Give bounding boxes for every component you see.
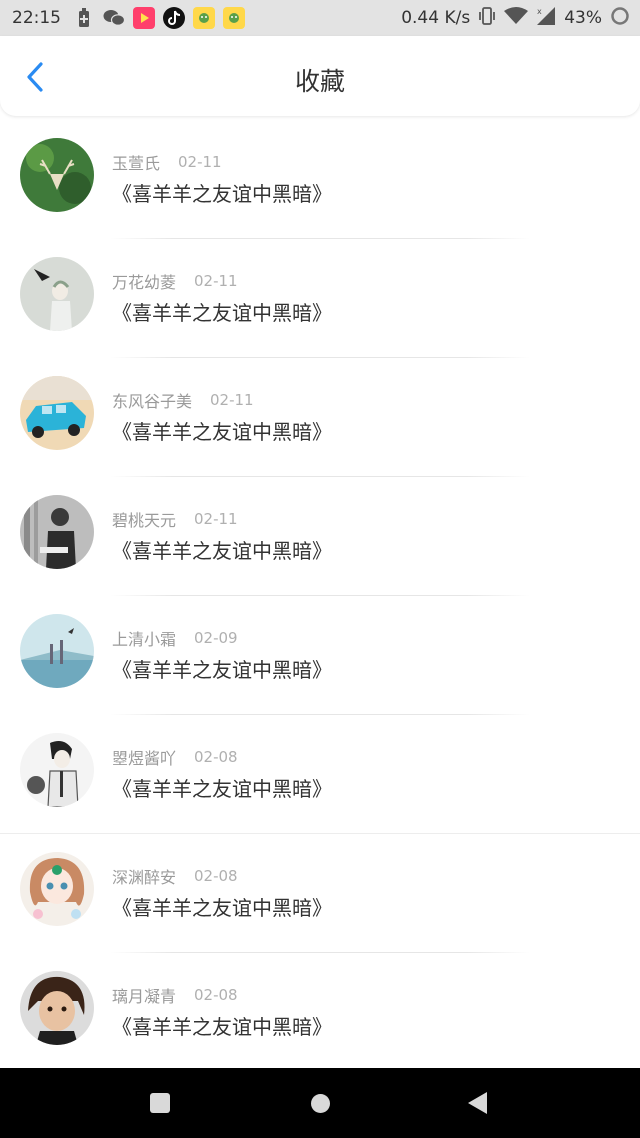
item-meta: 东风谷子美 02-11 [112,388,254,412]
item-meta: 碧桃天元 02-11 [112,507,238,531]
item-date: 02-11 [178,153,222,171]
wifi-icon [504,6,529,30]
list-item[interactable]: 上清小霜 02-09 《喜羊羊之友谊中黑暗》 [0,596,640,715]
wechat-icon [103,7,125,29]
item-date: 02-11 [194,510,238,528]
avatar[interactable] [20,376,94,450]
notification-app-icon-2 [223,7,245,29]
status-bar-left: 22:15 [0,7,253,29]
item-meta: 璃月凝青 02-08 [112,983,238,1007]
author-name: 万花幼菱 [112,273,177,292]
item-meta: 深渊醉安 02-08 [112,864,238,888]
avatar[interactable] [20,733,94,807]
status-bar: 22:15 0.44 K/s x 43% [0,0,640,36]
item-meta: 玉萱氏 02-11 [112,150,222,174]
avatar[interactable] [20,257,94,331]
notification-app-icon [193,7,215,29]
video-app-icon [133,7,155,29]
avatar[interactable] [20,614,94,688]
author-name: 曌煜酱吖 [112,749,177,768]
favorites-list: 玉萱氏 02-11 《喜羊羊之友谊中黑暗》 万花幼菱 02-11 《喜羊羊之友谊… [0,120,640,1072]
book-title[interactable]: 《喜羊羊之友谊中黑暗》 [112,773,332,802]
signal-icon: x [536,6,556,31]
list-item[interactable]: 万花幼菱 02-11 《喜羊羊之友谊中黑暗》 [0,239,640,358]
avatar[interactable] [20,971,94,1045]
book-title[interactable]: 《喜羊羊之友谊中黑暗》 [112,178,332,207]
list-item[interactable]: 碧桃天元 02-11 《喜羊羊之友谊中黑暗》 [0,477,640,596]
book-title[interactable]: 《喜羊羊之友谊中黑暗》 [112,416,332,445]
vibrate-icon [478,6,496,31]
list-item[interactable]: 深渊醉安 02-08 《喜羊羊之友谊中黑暗》 [0,834,640,953]
list-item[interactable]: 东风谷子美 02-11 《喜羊羊之友谊中黑暗》 [0,358,640,477]
book-title[interactable]: 《喜羊羊之友谊中黑暗》 [112,535,332,564]
author-name: 深渊醉安 [112,868,177,887]
author-name: 上清小霜 [112,630,177,649]
book-title[interactable]: 《喜羊羊之友谊中黑暗》 [112,1011,332,1040]
item-meta: 万花幼菱 02-11 [112,269,238,293]
avatar[interactable] [20,138,94,212]
item-date: 02-08 [194,986,238,1004]
book-title[interactable]: 《喜羊羊之友谊中黑暗》 [112,892,332,921]
loading-ring-icon [610,6,630,31]
recent-apps-icon[interactable] [150,1093,170,1113]
navigation-bar [0,1068,640,1138]
list-item[interactable]: 玉萱氏 02-11 《喜羊羊之友谊中黑暗》 [0,120,640,239]
status-time: 22:15 [12,8,61,28]
home-icon[interactable] [311,1094,330,1113]
list-item[interactable]: 璃月凝青 02-08 《喜羊羊之友谊中黑暗》 [0,953,640,1072]
author-name: 璃月凝青 [112,987,177,1006]
avatar[interactable] [20,495,94,569]
author-name: 碧桃天元 [112,511,177,530]
book-title[interactable]: 《喜羊羊之友谊中黑暗》 [112,654,332,683]
status-bar-right: 0.44 K/s x 43% [393,6,640,31]
page-title: 收藏 [294,67,345,96]
svg-text:x: x [537,7,542,16]
app-header: 收藏 [0,36,640,116]
item-meta: 上清小霜 02-09 [112,626,238,650]
avatar[interactable] [20,852,94,926]
list-item[interactable]: 曌煜酱吖 02-08 《喜羊羊之友谊中黑暗》 [0,715,640,834]
net-speed: 0.44 K/s [401,8,471,28]
author-name: 玉萱氏 [112,154,161,173]
author-name: 东风谷子美 [112,392,193,411]
item-date: 02-11 [210,391,254,409]
book-title[interactable]: 《喜羊羊之友谊中黑暗》 [112,297,332,326]
item-date: 02-11 [194,272,238,290]
item-date: 02-08 [194,748,238,766]
back-triangle-icon[interactable] [468,1092,487,1114]
item-meta: 曌煜酱吖 02-08 [112,745,238,769]
tiktok-icon [163,7,185,29]
battery-level: 43% [564,8,602,28]
battery-saver-icon [73,7,95,29]
item-date: 02-08 [194,867,238,885]
item-date: 02-09 [194,629,238,647]
